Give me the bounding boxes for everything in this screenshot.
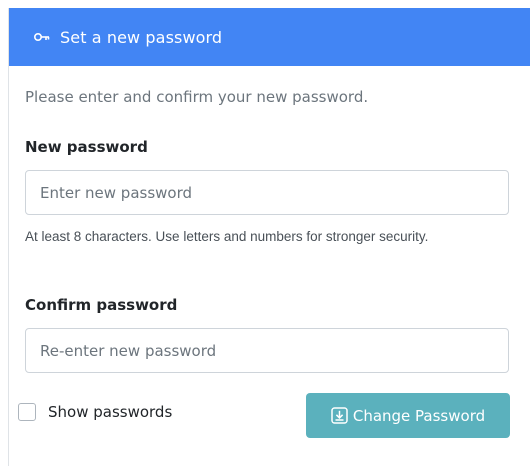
confirm-password-input[interactable] [25,328,509,373]
show-passwords-checkbox[interactable] [18,403,36,421]
page-title: Set a new password [60,27,223,47]
save-icon [331,407,348,424]
new-password-label: New password [25,138,148,156]
key-icon [34,32,50,42]
intro-text: Please enter and confirm your new passwo… [25,88,369,106]
change-password-button[interactable]: Change Password [306,393,510,438]
password-help-text: At least 8 characters. Use letters and n… [25,229,429,244]
confirm-password-label: Confirm password [25,296,178,314]
show-passwords-toggle[interactable]: Show passwords [18,403,172,421]
card-header: Set a new password [9,8,530,66]
change-password-label: Change Password [352,406,486,425]
new-password-input[interactable] [25,170,509,215]
show-passwords-label: Show passwords [48,403,173,421]
